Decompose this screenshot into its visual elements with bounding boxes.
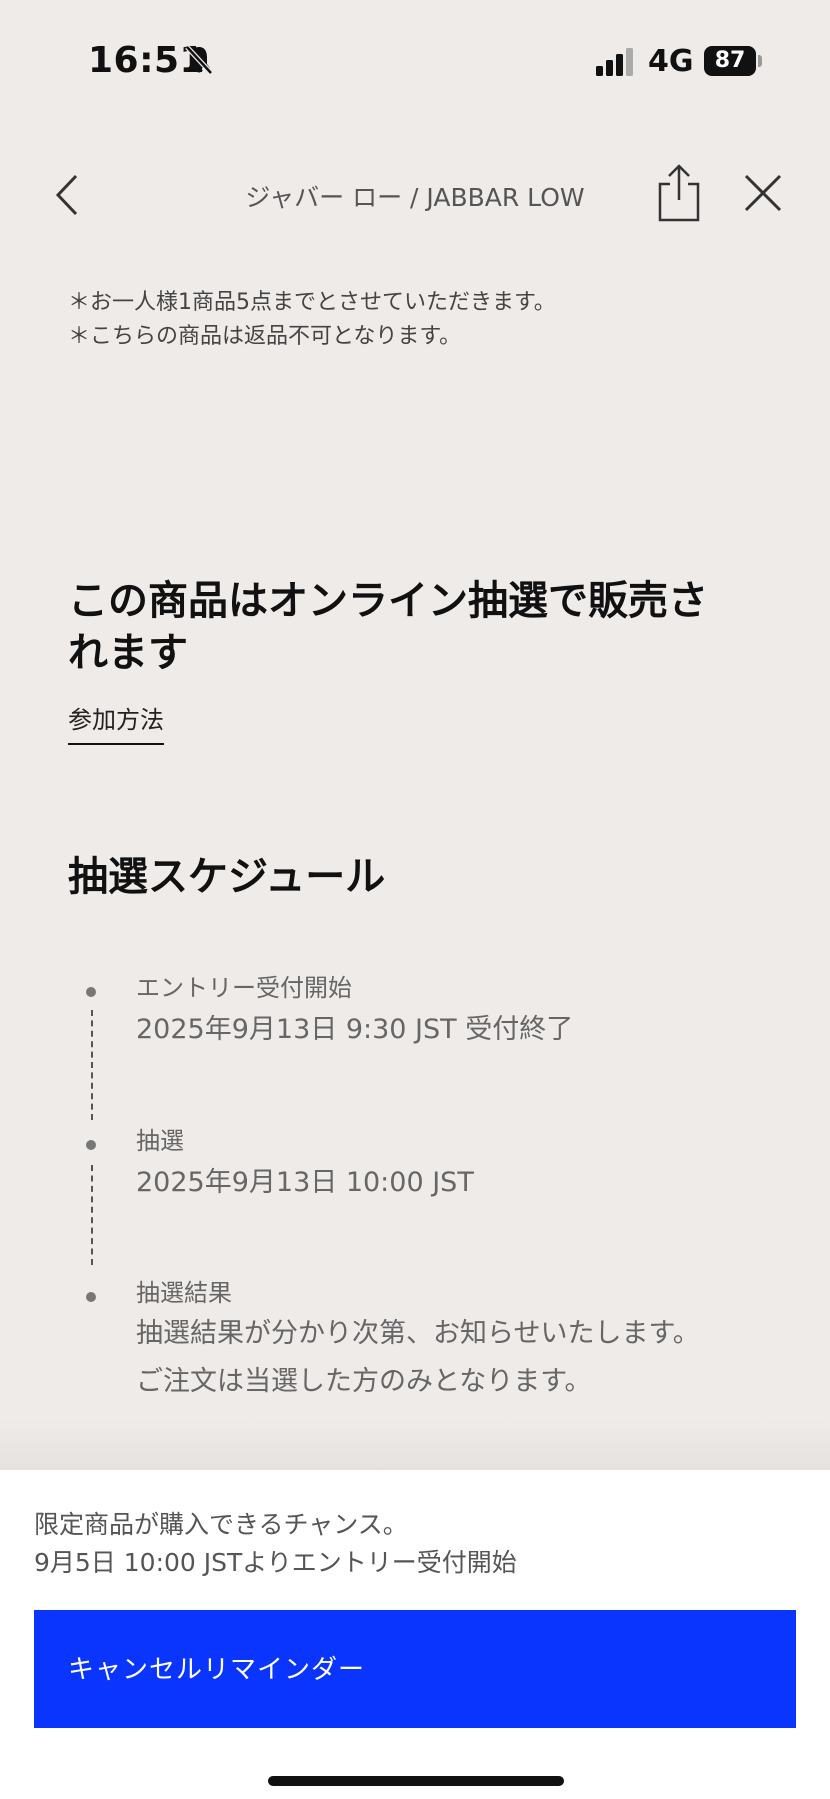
close-icon[interactable] — [742, 172, 784, 214]
purchase-notes: ＊お一人様1商品5点までとさせていただきます。 ＊こちらの商品は返品不可となりま… — [68, 286, 788, 354]
step-detail-result-2: ご注文は当選した方のみとなります。 — [136, 1366, 592, 1397]
lottery-heading-line1: この商品はオンライン抽選で販売さ — [68, 578, 708, 624]
step-label-draw: 抽選 — [136, 1127, 184, 1155]
cellular-signal-icon — [596, 48, 633, 76]
timeline-dot — [86, 987, 96, 997]
entry-info: 限定商品が購入できるチャンス。 9月5日 10:00 JSTよりエントリー受付開… — [34, 1506, 517, 1582]
step-detail-result-1: 抽選結果が分かり次第、お知らせいたします。 — [136, 1318, 700, 1349]
note-limit: ＊お一人様1商品5点までとさせていただきます。 — [68, 290, 556, 315]
bottom-fade — [0, 1420, 830, 1470]
battery-indicator: 87 — [704, 46, 756, 76]
how-to-participate-link[interactable]: 参加方法 — [68, 700, 164, 745]
entry-info-line2: 9月5日 10:00 JSTよりエントリー受付開始 — [34, 1548, 517, 1577]
timeline-dot — [86, 1140, 96, 1150]
status-bar: 16:51 4G 87 — [0, 0, 830, 120]
timeline-dot — [86, 1292, 96, 1302]
step-label-entry: エントリー受付開始 — [136, 974, 352, 1002]
step-label-result: 抽選結果 — [136, 1279, 232, 1307]
note-no-return: ＊こちらの商品は返品不可となります。 — [68, 324, 462, 349]
bottom-action-panel: 限定商品が購入できるチャンス。 9月5日 10:00 JSTよりエントリー受付開… — [0, 1470, 830, 1799]
timeline-connector — [91, 1010, 93, 1120]
back-chevron-icon[interactable] — [50, 170, 86, 220]
battery-cap — [758, 55, 762, 67]
share-icon[interactable] — [656, 162, 702, 224]
lottery-heading-line2: れます — [68, 630, 188, 676]
page-header: ジャバー ロー / JABBAR LOW — [0, 150, 830, 240]
lottery-heading: この商品はオンライン抽選で販売さ れます — [68, 575, 768, 679]
timeline-connector — [91, 1165, 93, 1265]
cancel-reminder-button[interactable]: キャンセルリマインダー — [34, 1610, 796, 1728]
lottery-product-page: 16:51 4G 87 ジャバー ロー / JABBAR LOW ＊お一人様1商… — [0, 0, 830, 1799]
schedule-heading: 抽選スケジュール — [68, 854, 386, 900]
step-detail-entry: 2025年9月13日 9:30 JST 受付終了 — [136, 1014, 574, 1045]
bell-muted-icon — [185, 45, 213, 75]
step-detail-draw: 2025年9月13日 10:00 JST — [136, 1167, 474, 1198]
home-indicator[interactable] — [268, 1776, 564, 1786]
network-type: 4G — [648, 44, 694, 79]
page-title: ジャバー ロー / JABBAR LOW — [245, 183, 585, 212]
entry-info-line1: 限定商品が購入できるチャンス。 — [34, 1510, 408, 1539]
